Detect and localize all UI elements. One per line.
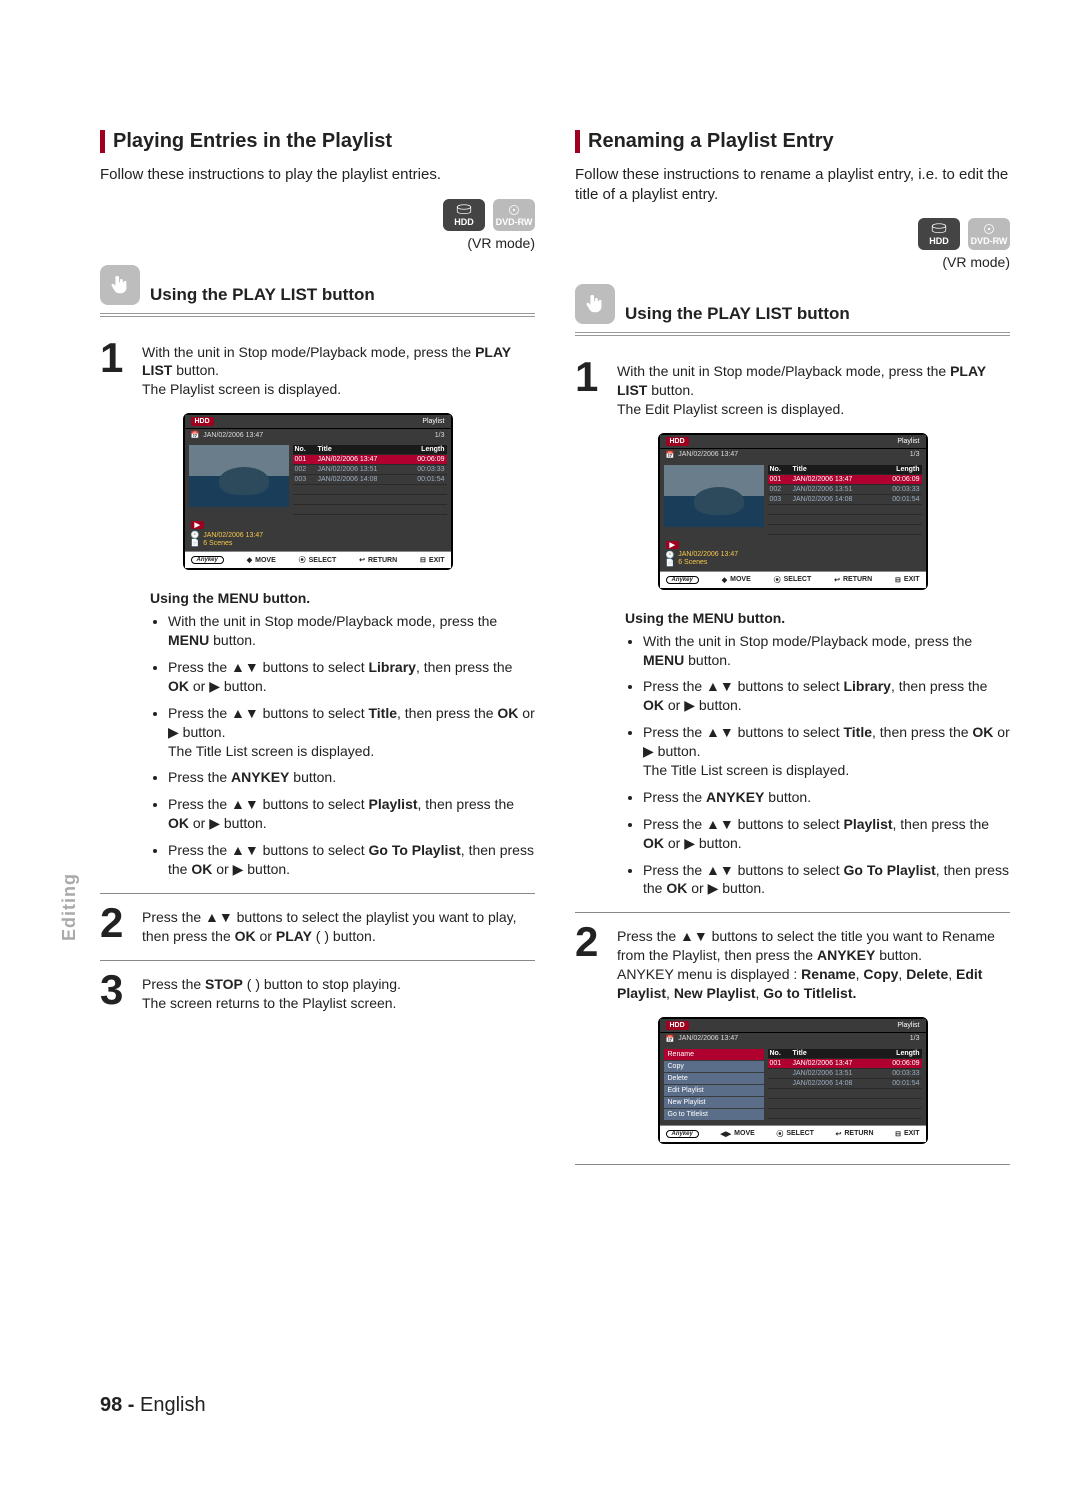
menu-subhead-left: Using the MENU button.	[150, 590, 535, 606]
menu-steps-left: With the unit in Stop mode/Playback mode…	[100, 612, 535, 879]
tv-screenshot-playlist: HDDPlaylist 📅JAN/02/2006 13:471/3 No.Tit…	[183, 413, 453, 570]
badge-dvd: DVD-RW	[968, 218, 1010, 250]
step-number: 1	[575, 356, 605, 419]
step-1-text: With the unit in Stop mode/Playback mode…	[142, 343, 535, 400]
intro-left: Follow these instructions to play the pl…	[100, 165, 535, 185]
preview-thumbnail	[189, 445, 289, 507]
step-3-text: Press the STOP ( ) button to stop playin…	[142, 975, 401, 1013]
subhead-right: Using the PLAY LIST button	[625, 304, 850, 324]
badge-hdd: HDD	[443, 199, 485, 231]
hand-icon	[575, 284, 615, 324]
divider	[100, 893, 535, 894]
divider	[575, 912, 1010, 913]
ctx-rename: Rename	[664, 1049, 764, 1061]
intro-right: Follow these instructions to rename a pl…	[575, 165, 1010, 204]
vr-mode-right: (VR mode)	[575, 254, 1010, 270]
badge-hdd-label: HDD	[454, 217, 474, 227]
divider	[575, 332, 1010, 336]
step-number: 2	[575, 921, 605, 1003]
right-step-2-text: Press the ▲▼ buttons to select the title…	[617, 927, 1010, 1003]
side-tab: Editing	[59, 873, 80, 941]
ctx-edit: Edit Playlist	[664, 1085, 764, 1097]
divider	[100, 960, 535, 961]
badge-dvd: DVD-RW	[493, 199, 535, 231]
menu-steps-right: With the unit in Stop mode/Playback mode…	[575, 632, 1010, 899]
vr-mode-left: (VR mode)	[100, 235, 535, 251]
divider	[575, 1164, 1010, 1165]
step-number: 1	[100, 337, 130, 400]
ctx-delete: Delete	[664, 1073, 764, 1085]
right-step-1-text: With the unit in Stop mode/Playback mode…	[617, 362, 1010, 419]
context-menu: Rename Copy Delete Edit Playlist New Pla…	[664, 1049, 764, 1121]
divider	[100, 313, 535, 317]
step-number: 2	[100, 902, 130, 946]
tv-screenshot-anykey-menu: HDDPlaylist 📅JAN/02/2006 13:471/3 Rename…	[658, 1017, 928, 1144]
heading-renaming: Renaming a Playlist Entry	[575, 130, 1010, 153]
step-2-text: Press the ▲▼ buttons to select the playl…	[142, 908, 535, 946]
heading-playing-entries: Playing Entries in the Playlist	[100, 130, 535, 153]
badge-dvd-label: DVD-RW	[496, 217, 533, 227]
hand-icon	[100, 265, 140, 305]
subhead-left: Using the PLAY LIST button	[150, 285, 375, 305]
tv-screenshot-edit-playlist: HDDPlaylist 📅JAN/02/2006 13:471/3 No.Tit…	[658, 433, 928, 590]
ctx-copy: Copy	[664, 1061, 764, 1073]
step-number: 3	[100, 969, 130, 1013]
badge-hdd: HDD	[918, 218, 960, 250]
menu-subhead-right: Using the MENU button.	[625, 610, 1010, 626]
ctx-new: New Playlist	[664, 1097, 764, 1109]
page-footer: 98 - English	[100, 1394, 206, 1417]
ctx-go: Go to Titlelist	[664, 1109, 764, 1121]
